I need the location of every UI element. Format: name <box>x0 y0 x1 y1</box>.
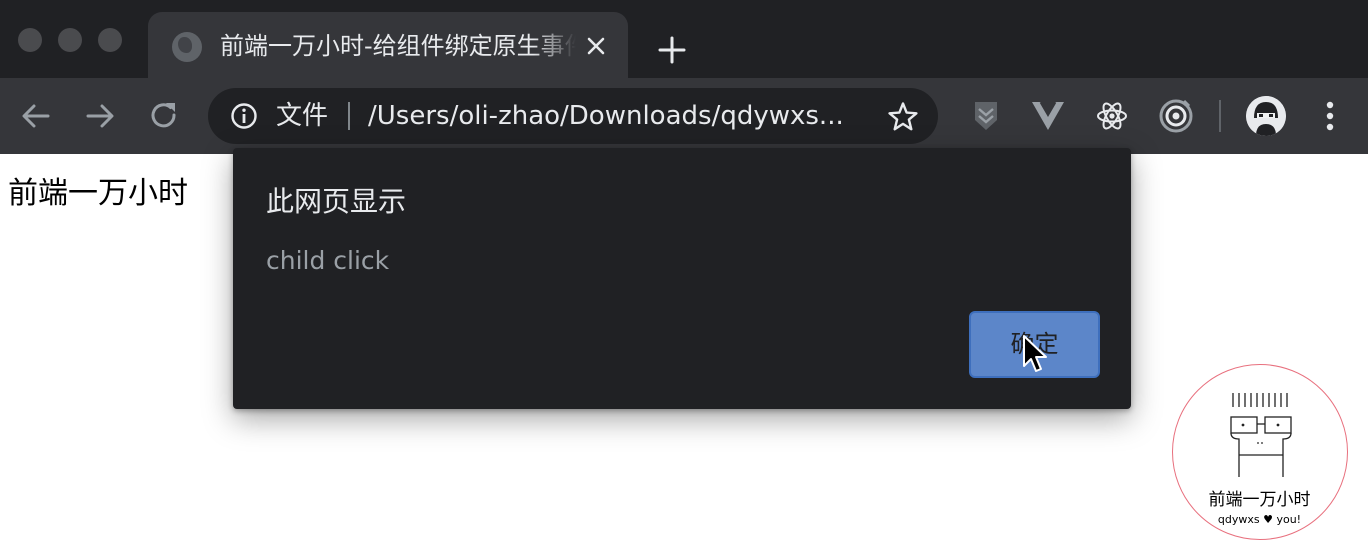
globe-icon <box>172 32 202 62</box>
shield-extension-icon[interactable] <box>966 96 1006 136</box>
plus-icon[interactable] <box>652 30 692 70</box>
react-devtools-icon[interactable] <box>1092 96 1132 136</box>
browser-toolbar: 文件 /Users/oli-zhao/Downloads/qdywxs... <box>0 78 1368 154</box>
window-close-dot[interactable] <box>18 28 42 52</box>
kebab-menu-icon[interactable] <box>1312 96 1348 136</box>
scheme-label: 文件 <box>276 101 329 131</box>
address-bar[interactable]: 文件 /Users/oli-zhao/Downloads/qdywxs... <box>208 88 938 144</box>
window-zoom-dot[interactable] <box>98 28 122 52</box>
reload-icon[interactable] <box>146 98 182 134</box>
dialog-title: 此网页显示 <box>266 185 407 218</box>
watermark-logo: 前端一万小时 qdywxs ♥ you! <box>1172 364 1348 540</box>
close-icon[interactable] <box>580 30 612 62</box>
omnibox-divider <box>348 102 350 130</box>
active-tab[interactable]: 前端一万小时-给组件绑定原生事件 <box>148 12 628 78</box>
page-heading: 前端一万小时 <box>8 176 188 211</box>
vue-devtools-icon[interactable] <box>1028 96 1068 136</box>
back-arrow-icon[interactable] <box>18 98 54 134</box>
avatar[interactable] <box>1246 96 1286 136</box>
watermark-subtitle: qdywxs ♥ you! <box>1217 513 1302 526</box>
url-text[interactable]: /Users/oli-zhao/Downloads/qdywxs... <box>368 98 864 134</box>
forward-arrow-icon[interactable] <box>82 98 118 134</box>
toolbar-divider <box>1219 100 1221 132</box>
mouse-cursor-icon <box>1023 335 1047 372</box>
tab-title: 前端一万小时-给组件绑定原生事件 <box>220 32 576 60</box>
cartoon-face-logo <box>1230 393 1292 477</box>
dialog-message: child click <box>266 246 390 275</box>
tab-strip: 前端一万小时-给组件绑定原生事件 <box>0 0 1368 78</box>
star-icon[interactable] <box>886 100 920 134</box>
watermark-title: 前端一万小时 <box>1208 490 1311 510</box>
window-minimize-dot[interactable] <box>58 28 82 52</box>
info-icon[interactable] <box>230 102 258 130</box>
alert-dialog: 此网页显示 child click 确定 <box>233 148 1131 409</box>
target-extension-icon[interactable] <box>1156 96 1196 136</box>
